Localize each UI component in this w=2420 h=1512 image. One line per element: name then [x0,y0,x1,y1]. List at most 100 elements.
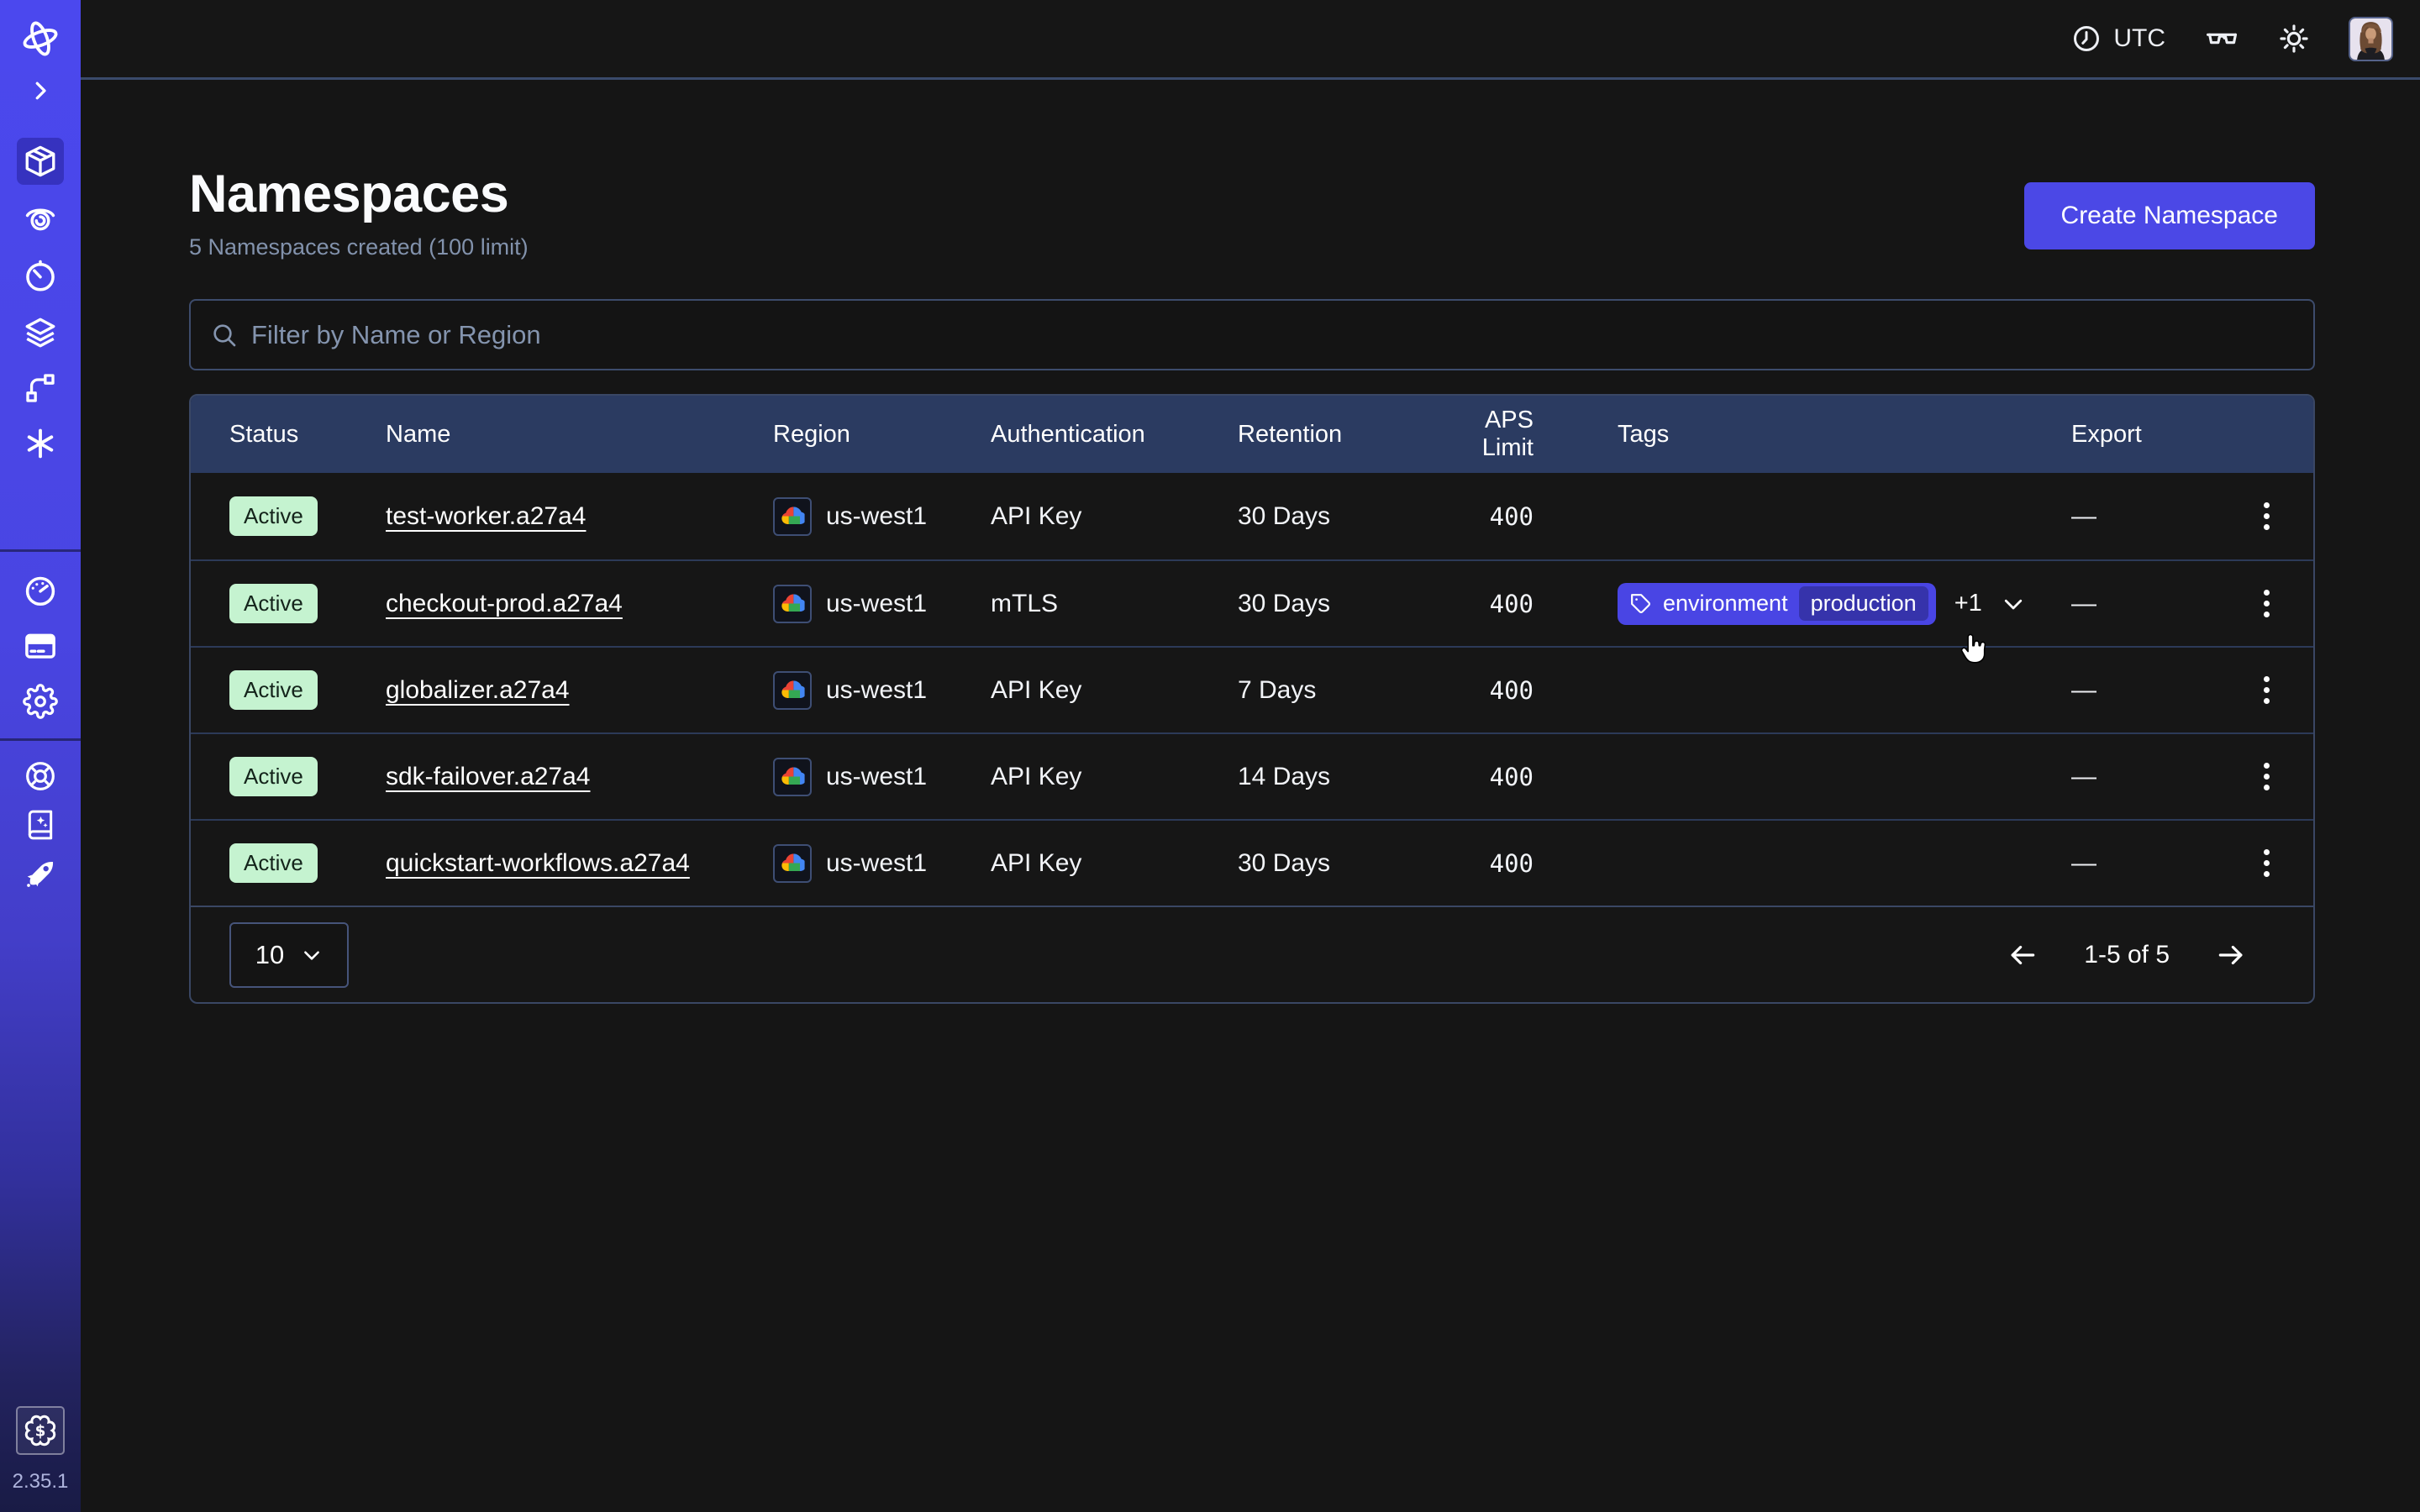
theme-toggle-sun-icon[interactable] [2278,23,2310,55]
tag-key: environment [1663,591,1788,617]
namespace-link[interactable]: globalizer.a27a4 [386,676,570,705]
export-value: — [2071,502,2220,531]
sidebar-divider [0,738,81,741]
sidebar-item-insights[interactable] [17,195,64,242]
region-label: us-west1 [826,502,927,531]
sidebar-item-usage[interactable] [17,567,64,614]
aps-limit-value: 400 [1430,590,1618,618]
timezone-selector[interactable]: UTC [2071,24,2165,54]
search-icon [211,322,238,349]
row-actions-kebab[interactable] [2257,669,2276,711]
retention-value: 30 Days [1238,590,1430,618]
retention-value: 14 Days [1238,763,1430,791]
main-content: Namespaces 5 Namespaces created (100 lim… [189,80,2315,1004]
table-row: Active globalizer.a27a4 us-west1 API Key… [191,646,2313,732]
gcp-cloud-icon [773,671,812,710]
table-row: Active sdk-failover.a27a4 us-west1 API K… [191,732,2313,819]
user-avatar[interactable] [2349,17,2393,61]
temporal-logo-icon[interactable] [17,15,64,62]
namespace-link[interactable]: sdk-failover.a27a4 [386,763,591,791]
aps-limit-value: 400 [1430,502,1618,531]
col-header-aps-limit: APS Limit [1430,407,1618,462]
whats-new-glasses-icon[interactable] [2204,21,2239,56]
export-value: — [2071,590,2220,618]
auth-value: API Key [991,849,1238,878]
status-badge: Active [229,670,318,710]
filter-bar [189,299,2315,370]
row-actions-kebab[interactable] [2257,756,2276,797]
tag-pill[interactable]: environment production [1618,583,1936,625]
namespace-link[interactable]: test-worker.a27a4 [386,502,586,531]
table-row: Active test-worker.a27a4 us-west1 API Ke… [191,473,2313,559]
tag-value: production [1799,586,1928,621]
plan-credits-button[interactable]: $ [16,1406,65,1455]
export-value: — [2071,763,2220,791]
col-header-name: Name [386,421,773,449]
gcp-cloud-icon [773,585,812,623]
retention-value: 7 Days [1238,676,1430,705]
page-title: Namespaces [189,164,529,224]
aps-limit-value: 400 [1430,676,1618,705]
auth-value: API Key [991,763,1238,791]
sidebar-divider [0,549,81,552]
aps-limit-value: 400 [1430,849,1618,878]
col-header-status: Status [229,421,386,449]
chevron-down-icon [301,944,323,966]
next-page-button[interactable] [2212,936,2250,974]
page-size-select[interactable]: 10 [229,922,349,988]
export-value: — [2071,849,2220,878]
sidebar-item-workflows[interactable] [17,365,64,412]
tag-icon [1630,593,1652,615]
page-subtitle: 5 Namespaces created (100 limit) [189,234,529,260]
tags-more-count: +1 [1954,590,1982,617]
region-label: us-west1 [826,676,927,705]
region-label: us-west1 [826,763,927,791]
status-badge: Active [229,584,318,623]
previous-page-button[interactable] [2003,936,2042,974]
sidebar-item-deployments[interactable] [17,309,64,356]
gcp-cloud-icon [773,758,812,796]
create-namespace-button[interactable]: Create Namespace [2024,182,2315,249]
sidebar-expand-chevron-icon[interactable] [17,67,64,114]
gcp-cloud-icon [773,497,812,536]
namespace-link[interactable]: quickstart-workflows.a27a4 [386,849,690,878]
sidebar-item-docs[interactable] [17,801,64,848]
tags-expand-chevron-icon[interactable] [2001,591,2026,617]
region-label: us-west1 [826,590,927,618]
namespace-link[interactable]: checkout-prod.a27a4 [386,590,623,618]
retention-value: 30 Days [1238,849,1430,878]
auth-value: mTLS [991,590,1238,618]
filter-input[interactable] [251,320,2293,350]
col-header-export: Export [2071,421,2220,449]
sidebar: $ 2.35.1 [0,0,81,1512]
page-size-value: 10 [255,940,284,970]
topbar: UTC [81,0,2420,80]
sidebar-item-support[interactable] [17,753,64,800]
sidebar-item-namespaces[interactable] [17,138,64,185]
timezone-label: UTC [2113,24,2165,53]
aps-limit-value: 400 [1430,763,1618,791]
app-version: 2.35.1 [13,1470,69,1494]
sidebar-item-settings[interactable] [17,678,64,725]
status-badge: Active [229,757,318,796]
clock-icon [2071,24,2102,54]
table-footer: 10 1-5 of 5 [191,906,2313,1002]
auth-value: API Key [991,502,1238,531]
row-actions-kebab[interactable] [2257,496,2276,537]
col-header-retention: Retention [1238,421,1430,449]
export-value: — [2071,676,2220,705]
table-header-row: Status Name Region Authentication Retent… [191,396,2313,473]
sidebar-item-schedules[interactable] [17,252,64,299]
row-actions-kebab[interactable] [2257,843,2276,884]
gcp-cloud-icon [773,844,812,883]
pagination-range: 1-5 of 5 [2084,941,2170,969]
table-row: Active quickstart-workflows.a27a4 us-wes… [191,819,2313,906]
retention-value: 30 Days [1238,502,1430,531]
status-badge: Active [229,843,318,883]
auth-value: API Key [991,676,1238,705]
row-actions-kebab[interactable] [2257,583,2276,624]
sidebar-item-getting-started[interactable] [17,850,64,897]
sidebar-item-nexus[interactable] [17,420,64,467]
sidebar-item-billing[interactable] [17,622,64,669]
col-header-region: Region [773,421,991,449]
